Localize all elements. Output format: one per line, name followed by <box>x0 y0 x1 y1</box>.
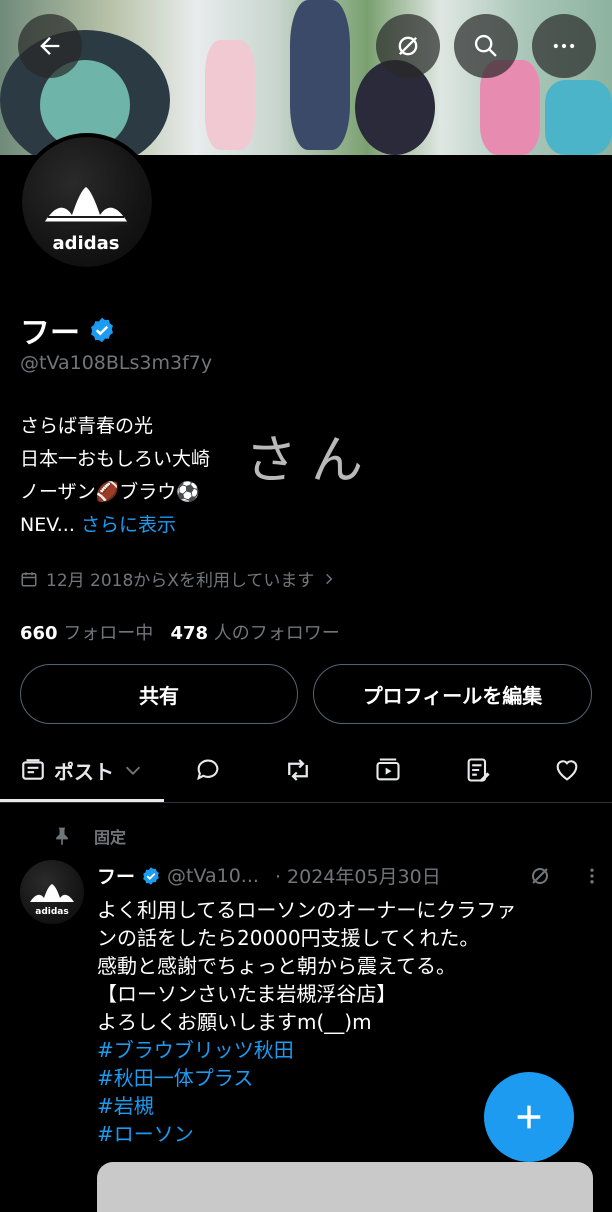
posts-feed-icon <box>22 759 44 780</box>
share-button[interactable]: 共有 <box>20 664 298 724</box>
post-line: 【ローソンさいたま岩槻浮谷店】 <box>97 982 397 1006</box>
article-icon <box>467 758 490 782</box>
profile-avatar[interactable]: adidas <box>18 133 156 271</box>
post-line: ンの話をしたら20000円支援してくれた。 <box>97 926 480 950</box>
more-button[interactable] <box>532 14 596 78</box>
tab-reposts[interactable] <box>268 740 328 800</box>
pin-icon <box>56 827 68 846</box>
tab-likes[interactable] <box>537 740 597 800</box>
post-line: 感動と感謝でちょっと朝から震えてる。 <box>97 954 456 978</box>
verified-badge-icon <box>143 866 159 885</box>
heart-icon <box>556 760 578 781</box>
search-icon <box>474 34 497 57</box>
profile-handle: @tVa108BLs3m3f7y <box>20 352 213 374</box>
tab-articles[interactable] <box>448 740 508 800</box>
followers-link[interactable]: 478 人のフォロワー <box>170 623 339 644</box>
avatar-logo-text: adidas <box>53 233 120 254</box>
joined-text: 12月 2018からXを利用しています <box>46 571 315 591</box>
edit-profile-button[interactable]: プロフィールを編集 <box>313 664 592 724</box>
post-author-avatar[interactable]: adidas <box>20 860 84 924</box>
hashtag-link[interactable]: #ブラウブリッツ秋田 <box>97 1036 587 1064</box>
handwritten-annotation: さん <box>245 431 378 491</box>
profile-tabs: ポスト <box>0 740 612 803</box>
active-tab-indicator <box>0 799 164 802</box>
profile-display-name: フー <box>20 308 116 352</box>
video-icon <box>376 758 400 781</box>
pinned-label: 固定 <box>94 828 127 847</box>
chevron-right-icon <box>326 573 333 584</box>
post-date[interactable]: · 2024年05月30日 <box>275 862 441 889</box>
back-button[interactable] <box>18 14 82 78</box>
more-icon <box>553 43 575 49</box>
back-arrow-icon <box>40 37 60 55</box>
following-label: フォロー中 <box>63 623 154 644</box>
profile-bio: さらば青春の光 日本一おもしろい大崎 ノーザン🏈ブラウ⚽ NEV... さらに表… <box>20 410 210 542</box>
following-count: 660 <box>20 623 58 644</box>
grok-icon <box>398 36 418 56</box>
grok-button[interactable] <box>376 14 440 78</box>
chevron-down-icon <box>125 766 141 775</box>
bio-line: NEV... <box>20 514 75 536</box>
plus-icon <box>517 1105 541 1129</box>
bio-line: さらば青春の光 <box>20 415 154 437</box>
compose-post-button[interactable] <box>484 1072 574 1162</box>
post-more-icon[interactable] <box>582 866 602 886</box>
verified-badge-icon <box>91 317 113 343</box>
grok-icon[interactable] <box>528 864 552 888</box>
post-header: フー @tVa10... · 2024年05月30日 <box>97 862 602 889</box>
follow-stats: 660 フォロー中 478 人のフォロワー <box>20 619 340 645</box>
tab-posts[interactable]: ポスト <box>0 740 164 800</box>
reply-icon <box>197 759 219 781</box>
post-avatar-logo-text: adidas <box>35 907 68 917</box>
following-link[interactable]: 660 フォロー中 <box>20 623 153 644</box>
display-name-text: フー <box>20 316 80 351</box>
followers-count: 478 <box>170 623 209 644</box>
tab-posts-label: ポスト <box>54 759 114 784</box>
profile-banner[interactable] <box>0 0 612 155</box>
show-more-link[interactable]: さらに表示 <box>81 514 176 536</box>
calendar-icon <box>21 571 37 586</box>
tab-videos[interactable] <box>358 740 418 800</box>
pinned-indicator: 固定 <box>52 824 126 848</box>
post-author-handle[interactable]: @tVa10... <box>167 865 259 887</box>
post-author-name[interactable]: フー <box>97 862 135 889</box>
bio-line: 日本一おもしろい大崎 <box>20 448 211 470</box>
post-line: よろしくお願いしますm(__)m <box>97 1010 372 1034</box>
bio-line: ノーザン🏈ブラウ⚽ <box>20 481 200 503</box>
search-button[interactable] <box>454 14 518 78</box>
tab-replies[interactable] <box>178 740 238 800</box>
repost-icon <box>288 759 308 781</box>
post-line: よく利用してるローソンのオーナーにクラファ <box>97 898 517 922</box>
post-media-preview[interactable] <box>97 1162 593 1212</box>
adidas-logo-icon: adidas <box>30 884 74 917</box>
joined-date[interactable]: 12月 2018からXを利用しています <box>20 566 336 591</box>
adidas-logo-icon: adidas <box>44 187 128 254</box>
followers-label: 人のフォロワー <box>213 623 340 644</box>
